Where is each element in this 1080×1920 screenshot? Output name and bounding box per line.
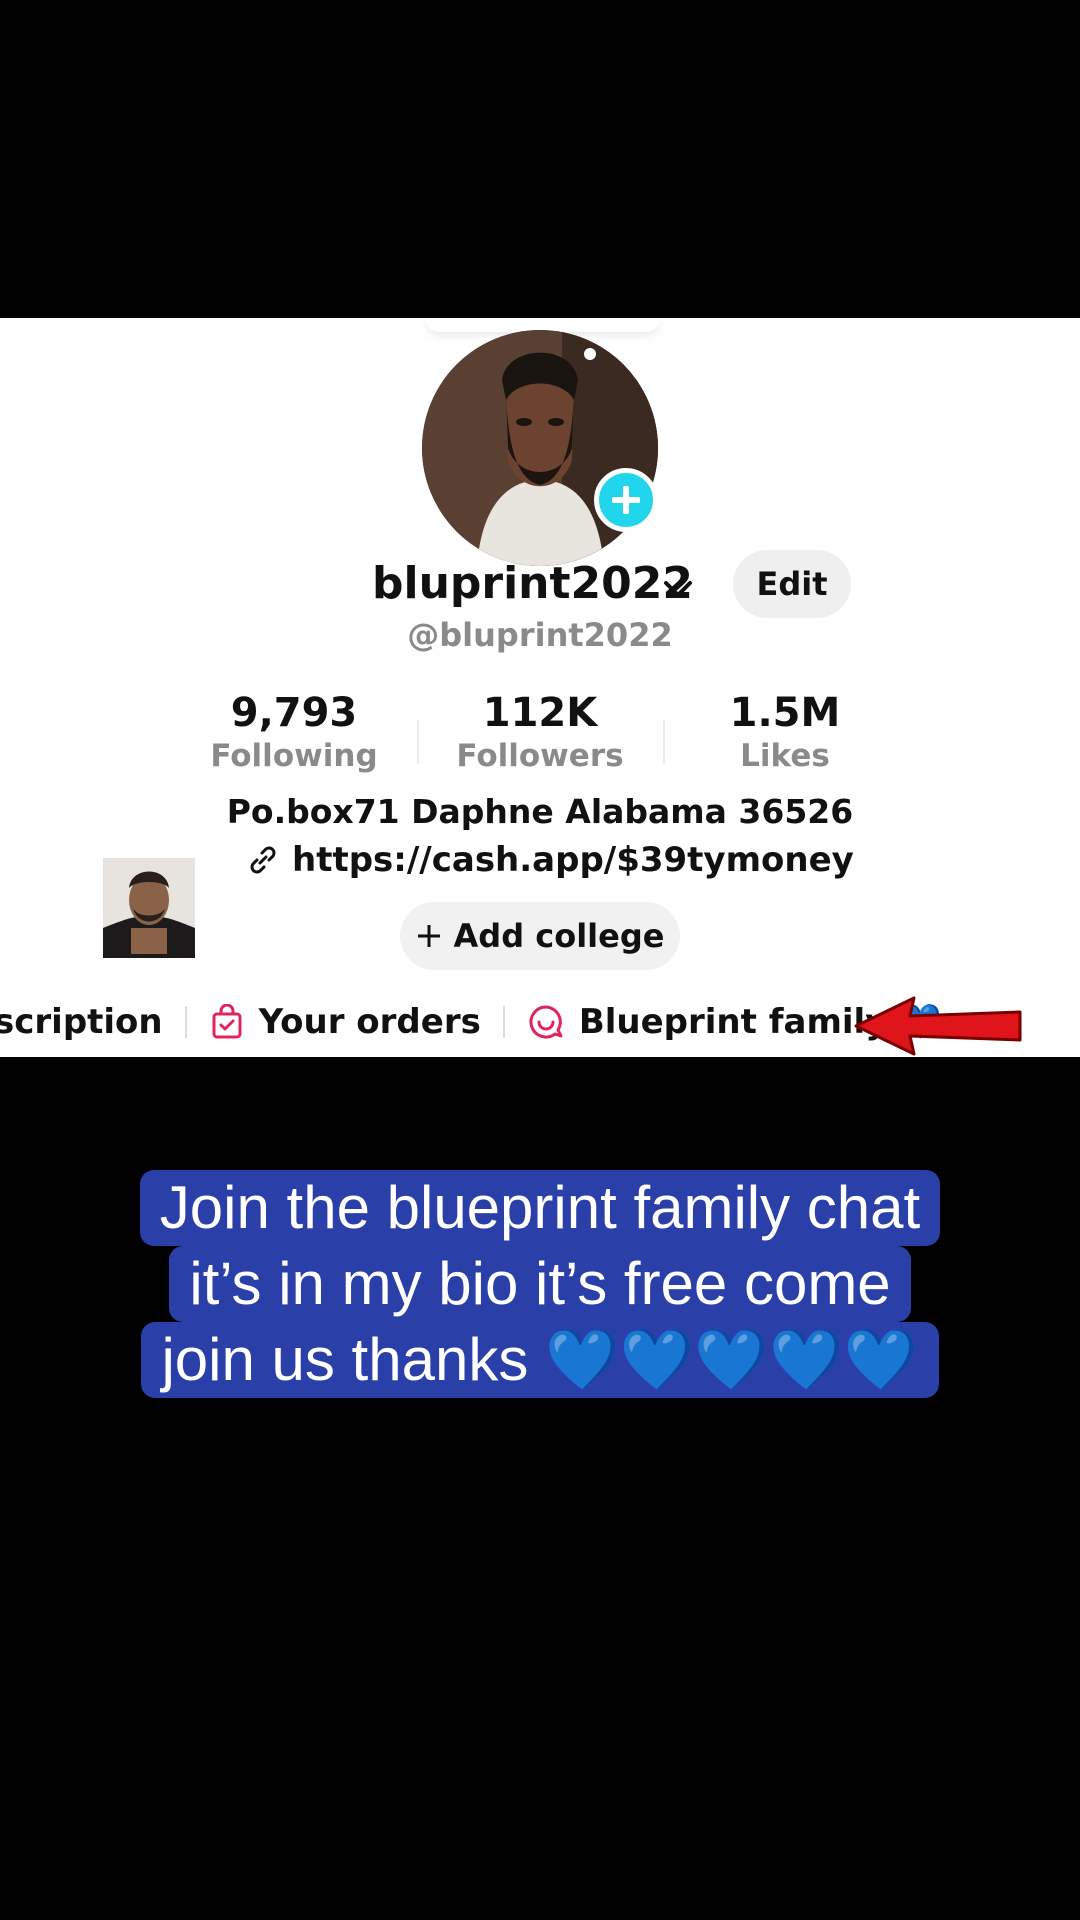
plus-icon — [417, 925, 440, 947]
caption-line: join us thanks 💙💙💙💙💙 — [141, 1322, 939, 1398]
status-dot — [584, 348, 596, 360]
chip-label: Your orders — [258, 1002, 481, 1042]
followers-label: Followers — [456, 738, 624, 774]
profile-chips-row: scription Your orders Blueprint family 💙 — [0, 994, 942, 1050]
username[interactable]: bluprint2022 — [372, 558, 693, 609]
profile-stats: 9,793 Following 112K Followers 1.5M Like… — [0, 690, 1080, 790]
arrow-pointer-icon — [854, 996, 1022, 1056]
likes-count: 1.5M — [729, 690, 841, 736]
stat-likes[interactable]: 1.5M Likes — [685, 690, 885, 774]
stat-divider — [663, 720, 665, 764]
profile-panel: bluprint2022 Edit @bluprint2022 9,793 Fo… — [0, 318, 1080, 1057]
shopping-bag-icon — [212, 1004, 242, 1039]
chevron-down-icon[interactable] — [662, 578, 694, 600]
chip-subscription[interactable]: scription — [0, 1002, 163, 1042]
add-story-button[interactable] — [594, 468, 658, 532]
plus-icon — [612, 486, 640, 514]
add-college-label: Add college — [453, 917, 665, 955]
stat-divider — [417, 720, 419, 764]
user-handle: @bluprint2022 — [407, 616, 673, 654]
caption-line: Join the blueprint family chat — [139, 1170, 941, 1246]
stat-followers[interactable]: 112K Followers — [440, 690, 640, 774]
chip-divider — [502, 1006, 505, 1038]
following-count: 9,793 — [230, 690, 358, 736]
bio-link-text: https://cash.app/$39tymoney — [292, 840, 854, 880]
edit-profile-button[interactable]: Edit — [733, 550, 851, 618]
bio-link[interactable]: https://cash.app/$39tymoney — [246, 840, 854, 880]
link-icon — [250, 846, 276, 874]
followers-count: 112K — [482, 690, 598, 736]
chip-your-orders[interactable]: Your orders — [209, 1002, 481, 1042]
chat-bubble-icon — [529, 1005, 563, 1039]
chip-label: scription — [0, 1002, 163, 1042]
caption-line: it’s in my bio it’s free come — [169, 1246, 911, 1322]
video-thumbnail[interactable] — [103, 858, 195, 958]
stat-following[interactable]: 9,793 Following — [194, 690, 394, 774]
video-caption: Join the blueprint family chat it’s in m… — [0, 1170, 1080, 1398]
following-label: Following — [210, 738, 378, 774]
bio-text: Po.box71 Daphne Alabama 36526 — [226, 792, 854, 831]
add-college-button[interactable]: Add college — [400, 902, 680, 970]
likes-label: Likes — [740, 738, 830, 774]
chip-divider — [184, 1006, 187, 1038]
